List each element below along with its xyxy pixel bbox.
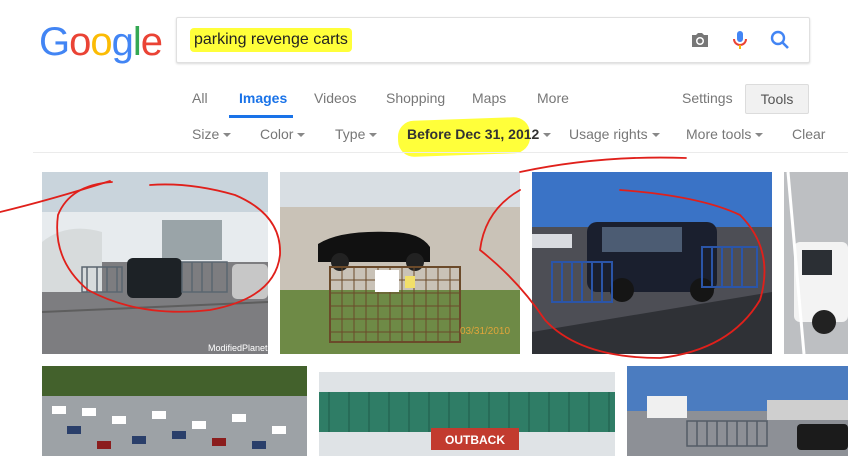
filter-usage-rights[interactable]: Usage rights (569, 126, 660, 142)
image-result-5[interactable] (42, 366, 307, 456)
logo-letter: e (140, 20, 163, 64)
filter-color[interactable]: Color (260, 126, 306, 142)
search-input[interactable]: parking revenge carts (190, 28, 352, 52)
tab-maps[interactable]: Maps (472, 90, 506, 106)
logo-letter: g (111, 20, 134, 64)
chevron-down-icon (223, 133, 232, 138)
search-icon[interactable] (768, 28, 792, 52)
logo-letter: G (39, 20, 70, 64)
logo-letter: o (69, 20, 91, 64)
chevron-down-icon (543, 133, 552, 138)
chevron-down-icon (369, 133, 378, 138)
date-stamp: 03/31/2010 (460, 326, 510, 337)
filter-color-label: Color (260, 126, 294, 142)
tools-button[interactable]: Tools (745, 84, 809, 114)
restaurant-sign: OUTBACK (445, 433, 505, 447)
filter-more-tools-label: More tools (686, 126, 752, 142)
watermark-text: ModifiedPlanet.com (208, 343, 268, 353)
filter-type-label: Type (335, 126, 366, 142)
filter-type[interactable]: Type (335, 126, 378, 142)
image-result-2[interactable]: 03/31/2010 (280, 172, 520, 354)
chevron-down-icon (755, 133, 764, 138)
tab-images[interactable]: Images (239, 90, 287, 106)
filter-more-tools[interactable]: More tools (686, 126, 764, 142)
image-result-7[interactable] (627, 366, 848, 456)
google-logo[interactable]: Google (39, 20, 163, 64)
filter-size-label: Size (192, 126, 220, 142)
logo-letter: o (90, 20, 112, 64)
filter-usage-label: Usage rights (569, 126, 648, 142)
annotation-line-2 (519, 156, 687, 173)
image-result-1[interactable]: ModifiedPlanet.com (42, 172, 268, 354)
tab-shopping[interactable]: Shopping (386, 90, 445, 106)
logo-letter: l (132, 20, 142, 64)
filter-size[interactable]: Size (192, 126, 232, 142)
header-divider (33, 152, 848, 153)
active-tab-indicator (229, 115, 293, 118)
tab-videos[interactable]: Videos (314, 90, 357, 106)
tab-all[interactable]: All (192, 90, 208, 106)
image-result-4[interactable] (784, 172, 848, 354)
filter-time-label: Before Dec 31, 2012 (407, 126, 540, 142)
image-result-3[interactable] (532, 172, 772, 354)
chevron-down-icon (297, 133, 306, 138)
filter-time[interactable]: Before Dec 31, 2012 (407, 126, 552, 142)
tab-more[interactable]: More (537, 90, 569, 106)
settings-link[interactable]: Settings (682, 90, 733, 106)
chevron-down-icon (651, 133, 660, 138)
camera-icon[interactable] (688, 28, 712, 52)
filter-clear[interactable]: Clear (792, 126, 825, 142)
image-result-6[interactable]: OUTBACK (319, 372, 615, 456)
microphone-icon[interactable] (728, 28, 752, 52)
